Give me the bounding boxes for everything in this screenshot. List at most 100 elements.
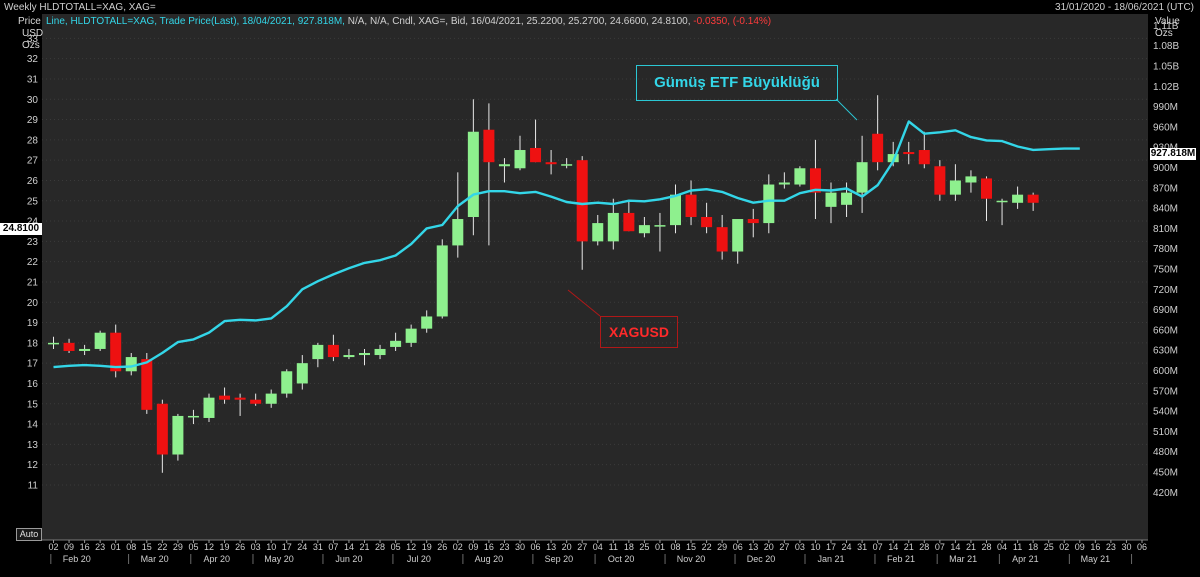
annotation-etf-leader [835, 98, 858, 121]
x-tick-label: 08 [670, 542, 680, 552]
candle-body [94, 332, 106, 349]
x-tick-label: 05 [188, 542, 198, 552]
candle-body [623, 212, 635, 232]
candle-body [296, 363, 308, 384]
price-tick-label: 12 [27, 460, 39, 471]
x-tick-label: 09 [64, 542, 74, 552]
price-tick-label: 23 [27, 237, 39, 248]
x-tick-label: 17 [282, 542, 292, 552]
x-tick-label: 06 [531, 542, 541, 552]
price-tick-label: 32 [27, 54, 39, 65]
price-tick-label: 26 [27, 176, 39, 187]
x-tick-label: 07 [873, 542, 883, 552]
x-tick-label: 08 [126, 542, 136, 552]
x-tick-label: 18 [1028, 542, 1038, 552]
x-tick-label: 15 [686, 542, 696, 552]
last-value-label: 927.818M [1150, 148, 1196, 160]
x-tick-label: 06 [733, 542, 743, 552]
x-tick-label: 22 [702, 542, 712, 552]
candle-body [918, 150, 930, 165]
x-tick-label: 02 [1059, 542, 1069, 552]
x-tick-label: 21 [359, 542, 369, 552]
candle-body [778, 182, 790, 185]
candle-body [467, 131, 479, 217]
value-tick-label: 870M [1153, 183, 1178, 194]
x-tick-label: 10 [266, 542, 276, 552]
x-tick-label: 20 [562, 542, 572, 552]
auto-scale-button[interactable]: Auto [16, 528, 42, 541]
candle-body [125, 357, 137, 372]
price-tick-label: 22 [27, 257, 39, 268]
value-tick-label: 900M [1153, 163, 1178, 174]
chart-svg[interactable]: 11 12 13 14 15 16 17 18 19 20 21 22 23 24 25 26 27 28 29 30… [0, 0, 1200, 577]
x-month-label: May 21 [1081, 554, 1111, 564]
value-tick-label: 630M [1153, 346, 1178, 357]
x-tick-label: 21 [966, 542, 976, 552]
candle-body [156, 403, 168, 455]
x-tick-label: 14 [950, 542, 960, 552]
x-month-label: May 20 [264, 554, 294, 564]
x-month-label: Oct 20 [608, 554, 635, 564]
x-tick-label: 12 [204, 542, 214, 552]
candle-body [981, 178, 992, 199]
candle-body [63, 342, 75, 351]
x-tick-label: 01 [655, 542, 665, 552]
candle-body [265, 393, 277, 404]
price-tick-label: 19 [27, 318, 39, 329]
candle-body [343, 355, 355, 358]
x-tick-label: 20 [764, 542, 774, 552]
candle-body [250, 399, 262, 404]
x-tick-label: 31 [857, 542, 867, 552]
candle-body [949, 180, 961, 195]
x-month-label: Jun 20 [335, 554, 362, 564]
value-tick-label: 480M [1153, 447, 1178, 458]
annotation-xagusd: XAGUSD [600, 316, 678, 348]
price-tick-label: 28 [27, 135, 39, 146]
candle-body [592, 223, 604, 242]
x-tick-label: 30 [1121, 542, 1131, 552]
candle-body [872, 133, 884, 163]
candle-body [670, 194, 681, 226]
x-tick-label: 13 [748, 542, 758, 552]
price-tick-label: 16 [27, 379, 39, 390]
candle-body [187, 415, 199, 418]
x-month-label: Jul 20 [407, 554, 431, 564]
price-tick-label: 21 [27, 277, 39, 288]
candle-body [514, 150, 526, 169]
value-tick-label: 1.02B [1153, 82, 1179, 93]
candle-body [452, 219, 464, 246]
candle-body [141, 359, 153, 410]
x-tick-label: 05 [391, 542, 401, 552]
candle-body [1012, 194, 1024, 203]
x-tick-label: 19 [220, 542, 230, 552]
candle-body [747, 219, 759, 224]
x-tick-label: 27 [779, 542, 789, 552]
value-tick-label: 570M [1153, 386, 1178, 397]
candle-body [530, 147, 542, 163]
x-tick-label: 23 [95, 542, 105, 552]
x-tick-label: 24 [297, 542, 307, 552]
candle-body [436, 245, 448, 317]
x-tick-label: 28 [375, 542, 385, 552]
x-tick-label: 14 [888, 542, 898, 552]
x-tick-label: 26 [437, 542, 447, 552]
x-tick-label: 25 [1044, 542, 1054, 552]
value-tick-label: 990M [1153, 102, 1178, 113]
value-tick-label: 660M [1153, 325, 1178, 336]
x-tick-label: 16 [484, 542, 494, 552]
x-month-label: Feb 21 [887, 554, 915, 564]
x-month-label: Apr 20 [204, 554, 231, 564]
x-month-label: Mar 20 [141, 554, 169, 564]
candle-body [794, 168, 806, 185]
candle-body [716, 227, 728, 252]
x-tick-label: 09 [468, 542, 478, 552]
x-month-label: Jan 21 [817, 554, 844, 564]
x-tick-label: 22 [157, 542, 167, 552]
x-tick-label: 07 [328, 542, 338, 552]
candle-body [1027, 194, 1039, 203]
candle-body [172, 415, 184, 455]
candle-body [498, 164, 510, 167]
candle-body [965, 176, 977, 183]
candle-body [701, 217, 713, 228]
candle-body [607, 212, 619, 242]
